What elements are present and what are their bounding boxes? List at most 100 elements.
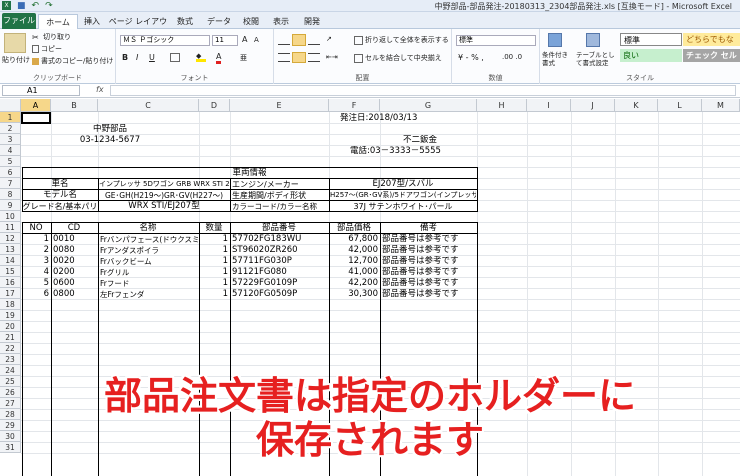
- currency-icon[interactable]: ¥ - % ,: [458, 53, 484, 62]
- row-header[interactable]: 11: [0, 222, 21, 233]
- column-header-m[interactable]: M: [702, 99, 740, 112]
- number-group: 標準 ¥ - % , .00 .0 数値: [452, 29, 540, 84]
- row-header[interactable]: 6: [0, 167, 21, 178]
- orientation-icon[interactable]: ↗: [326, 35, 332, 43]
- format-painter-button[interactable]: 書式のコピー/貼り付け: [32, 56, 113, 66]
- align-right-icon[interactable]: [308, 53, 320, 62]
- column-header-a[interactable]: A: [21, 99, 51, 112]
- indent-icon[interactable]: ⇤⇥: [326, 53, 338, 61]
- merge-center-label: セルを結合して中央揃え: [365, 54, 442, 62]
- decimal-icon[interactable]: .00 .0: [502, 53, 522, 61]
- name-box[interactable]: A1: [2, 85, 80, 96]
- row-header[interactable]: 12: [0, 233, 21, 244]
- row-header[interactable]: 8: [0, 189, 21, 200]
- scissors-icon: ✂: [32, 32, 39, 42]
- style-good[interactable]: 良い: [620, 49, 682, 62]
- underline-button[interactable]: U: [149, 53, 155, 62]
- style-check-cell[interactable]: チェック セル: [683, 49, 740, 62]
- bold-button[interactable]: B: [122, 53, 128, 62]
- formula-input[interactable]: [110, 85, 736, 96]
- cut-label: 切り取り: [43, 33, 71, 41]
- column-header-b[interactable]: B: [51, 99, 98, 112]
- row-header[interactable]: 16: [0, 277, 21, 288]
- row-header[interactable]: 10: [0, 211, 21, 222]
- ribbon-tabs: ファイル ホーム 挿入 ページ レイアウト 数式 データ 校閲 表示 開発: [0, 12, 740, 41]
- row-header[interactable]: 15: [0, 266, 21, 277]
- row-header[interactable]: 21: [0, 332, 21, 343]
- tab-view[interactable]: 表示: [268, 14, 294, 29]
- row-header[interactable]: 18: [0, 299, 21, 310]
- number-group-label: 数値: [488, 74, 503, 82]
- paste-icon[interactable]: [4, 33, 26, 53]
- company-tel: 03-1234-5677: [79, 135, 141, 145]
- column-header-k[interactable]: K: [615, 99, 658, 112]
- format-as-table-button[interactable]: テーブルとして書式設定: [576, 51, 616, 67]
- conditional-format-button[interactable]: 条件付き書式: [542, 51, 574, 67]
- row-header[interactable]: 13: [0, 244, 21, 255]
- tab-data[interactable]: データ: [204, 14, 234, 29]
- fill-color-icon[interactable]: ◆: [196, 52, 206, 62]
- font-size-select[interactable]: 11: [212, 35, 238, 46]
- row-header[interactable]: 7: [0, 178, 21, 189]
- align-bottom-icon[interactable]: [308, 35, 320, 45]
- column-header-h[interactable]: H: [477, 99, 527, 112]
- italic-button[interactable]: I: [136, 53, 138, 62]
- shrink-font-button[interactable]: A: [254, 36, 259, 44]
- column-header-f[interactable]: F: [329, 99, 380, 112]
- row-header[interactable]: 23: [0, 354, 21, 365]
- row-header[interactable]: 2: [0, 123, 21, 134]
- number-format-select[interactable]: 標準: [456, 35, 536, 46]
- borders-icon[interactable]: [170, 53, 180, 62]
- column-header-j[interactable]: J: [571, 99, 615, 112]
- conditional-format-icon[interactable]: [548, 33, 562, 47]
- align-left-icon[interactable]: [278, 53, 290, 62]
- fx-icon[interactable]: fx: [96, 85, 104, 94]
- font-name-select[interactable]: ＭＳ Ｐゴシック: [120, 35, 210, 46]
- style-neutral[interactable]: どちらでもない: [683, 33, 740, 57]
- row-header[interactable]: 20: [0, 321, 21, 332]
- cut-button[interactable]: ✂ 切り取り: [32, 32, 71, 42]
- column-header-d[interactable]: D: [199, 99, 230, 112]
- tab-review[interactable]: 校閲: [238, 14, 264, 29]
- row-header[interactable]: 4: [0, 145, 21, 156]
- title-bar: X ■ ↶ ↷ 中野部品-部品発注-20180313_2304部品発注.xls …: [0, 0, 740, 12]
- font-color-icon[interactable]: A: [216, 52, 222, 64]
- column-header-e[interactable]: E: [230, 99, 329, 112]
- merge-icon: [354, 53, 363, 63]
- row-header[interactable]: 22: [0, 343, 21, 354]
- format-painter-label: 書式のコピー/貼り付け: [41, 57, 114, 65]
- tab-file[interactable]: ファイル: [2, 13, 36, 29]
- merge-center-button[interactable]: セルを結合して中央揃え: [354, 53, 442, 63]
- row-header[interactable]: 3: [0, 134, 21, 145]
- row-header[interactable]: 19: [0, 310, 21, 321]
- align-center-icon[interactable]: [292, 52, 306, 63]
- column-header-l[interactable]: L: [658, 99, 702, 112]
- copy-button[interactable]: コピー: [32, 44, 62, 54]
- select-all-corner[interactable]: [0, 99, 21, 112]
- grow-font-button[interactable]: A: [242, 35, 247, 44]
- row-header[interactable]: 9: [0, 200, 21, 211]
- tab-insert[interactable]: 挿入: [80, 14, 104, 29]
- vehicle-divider: [22, 178, 478, 179]
- row-header[interactable]: 14: [0, 255, 21, 266]
- tab-developer[interactable]: 開発: [300, 14, 324, 29]
- row-header[interactable]: 5: [0, 156, 21, 167]
- tab-formulas[interactable]: 数式: [172, 14, 198, 29]
- column-header-g[interactable]: G: [380, 99, 477, 112]
- column-header-i[interactable]: I: [527, 99, 571, 112]
- supplier-tel: 電話:03－3333－5555: [350, 146, 441, 156]
- tab-page-layout[interactable]: ページ レイアウト: [108, 14, 168, 41]
- row-header[interactable]: 1: [0, 112, 21, 123]
- align-top-icon[interactable]: [278, 35, 290, 45]
- active-cell-a1[interactable]: [21, 112, 51, 124]
- phonetic-icon[interactable]: 亜: [240, 53, 247, 63]
- wrap-text-button[interactable]: 折り返して全体を表示する: [354, 35, 449, 45]
- paste-button[interactable]: 貼り付け: [2, 55, 30, 65]
- row-header[interactable]: 17: [0, 288, 21, 299]
- vehicle-divider: [22, 200, 478, 201]
- format-as-table-icon[interactable]: [586, 33, 600, 47]
- style-normal[interactable]: 標準: [620, 33, 682, 46]
- align-middle-icon[interactable]: [292, 34, 306, 46]
- tab-home[interactable]: ホーム: [38, 14, 78, 30]
- column-header-c[interactable]: C: [98, 99, 199, 112]
